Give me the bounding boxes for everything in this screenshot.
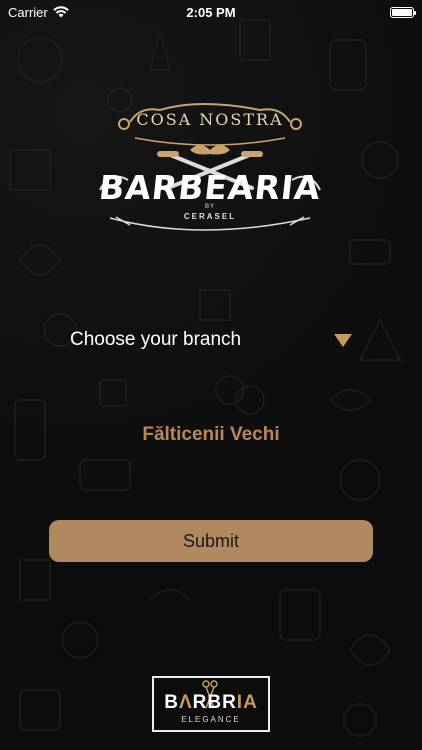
footer-logo-main-text: BΛRBRIA	[154, 692, 268, 714]
brand-logo: COSA NOSTRA BARBEARIA BY CERASEL	[90, 80, 330, 250]
branch-dropdown-label: Choose your branch	[70, 329, 242, 350]
app-screen: Carrier 2:05 PM COSA NOSTRA BARBEARIA BY…	[0, 0, 422, 750]
logo-ornament-art	[99, 103, 321, 231]
status-bar: Carrier 2:05 PM	[0, 0, 422, 24]
logo-top-text: COSA NOSTRA	[136, 110, 284, 129]
carrier-label: Carrier	[8, 4, 48, 20]
battery-fill	[392, 8, 412, 16]
footer-logo-middle: RBR	[192, 692, 237, 713]
dropdown-arrow-icon[interactable]	[334, 333, 352, 347]
branch-dropdown[interactable]: Choose your branch	[70, 322, 360, 358]
footer-brand-logo: BΛRBRIA ELEGANCE	[152, 676, 270, 732]
footer-logo-suffix: IA	[236, 692, 258, 713]
logo-main-text: BARBEARIA	[97, 168, 323, 207]
selected-branch-value[interactable]: Fălticenii Vechi	[0, 424, 422, 446]
footer-logo-accent: Λ	[178, 692, 193, 713]
submit-button[interactable]: Submit	[49, 520, 373, 562]
status-left: Carrier	[8, 5, 69, 20]
logo-by-text: BY	[204, 204, 215, 210]
footer-logo-sub-text: ELEGANCE	[181, 715, 241, 724]
logo-sub-text: CERASEL	[183, 212, 237, 221]
wifi-icon	[52, 6, 69, 18]
battery-icon	[390, 6, 416, 18]
footer-logo-prefix: B	[164, 692, 179, 713]
